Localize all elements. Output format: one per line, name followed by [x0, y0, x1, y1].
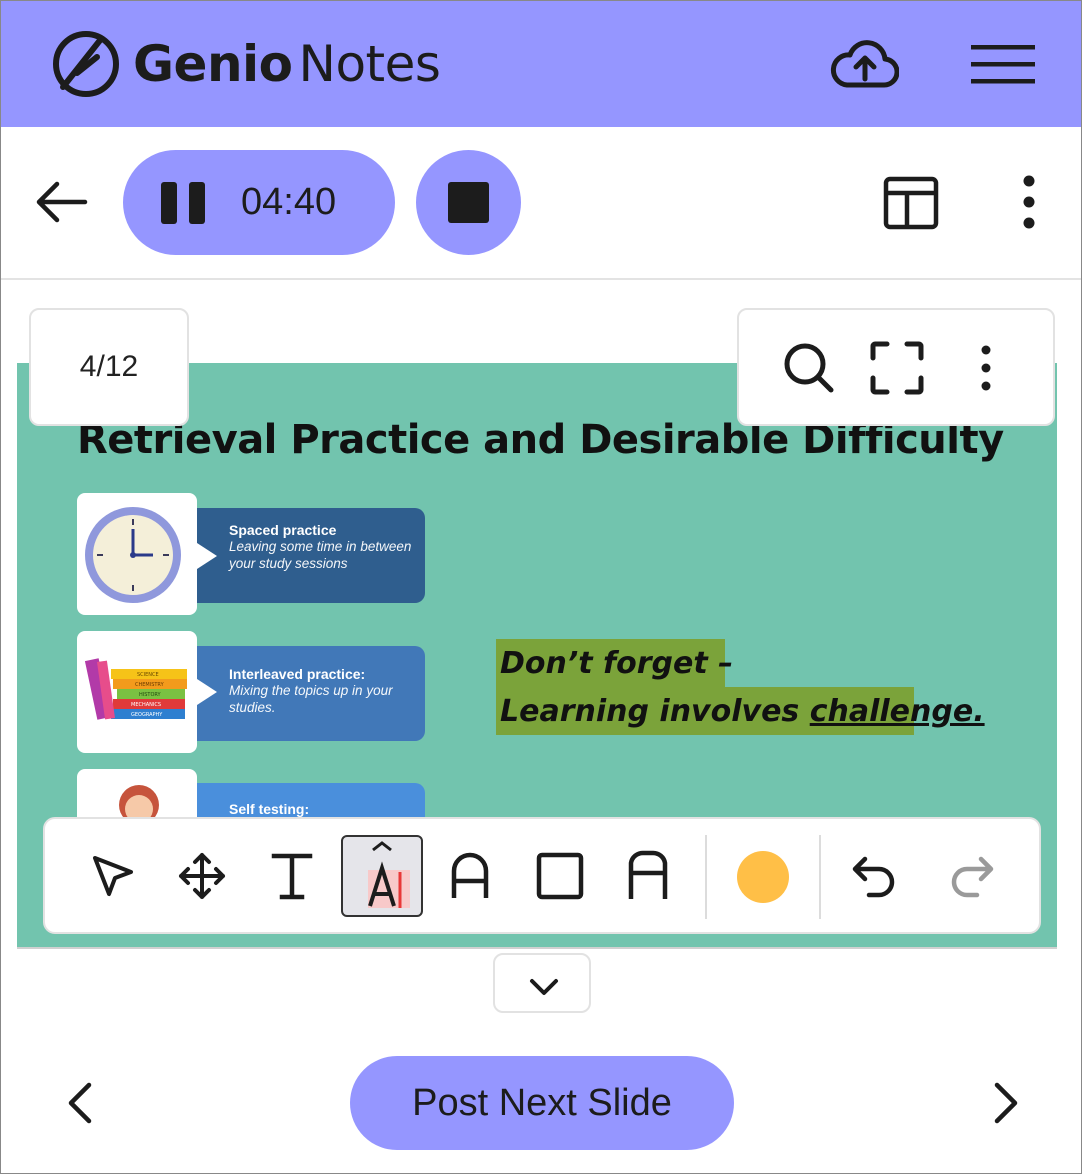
chevron-down-icon	[530, 979, 558, 995]
clock-image	[77, 493, 197, 615]
select-tool-button[interactable]	[72, 835, 154, 917]
select-pointer-icon	[93, 856, 133, 896]
back-arrow-icon[interactable]	[31, 177, 91, 227]
shape-text-icon	[628, 850, 668, 899]
move-tool-button[interactable]	[161, 835, 243, 917]
shape-text-tool-button[interactable]	[607, 835, 689, 917]
brand-name-bold: Genio	[133, 35, 293, 93]
callout-line-2-text: Learning involves	[500, 694, 810, 729]
toolbar-divider	[705, 835, 707, 919]
text-style-icon	[451, 852, 489, 898]
post-next-slide-button[interactable]: Post Next Slide	[350, 1056, 734, 1150]
text-highlight-tool-button[interactable]	[341, 835, 423, 917]
page-counter: 4/12	[29, 308, 189, 426]
undo-icon	[852, 856, 895, 898]
stop-recording-button[interactable]	[416, 150, 521, 255]
collapse-toolbar-button[interactable]	[493, 953, 591, 1013]
card-interleaved-practice: Interleaved practice: Mixing the topics …	[197, 646, 425, 741]
hamburger-menu-icon[interactable]	[969, 41, 1037, 89]
book-label: MECHANICS	[131, 702, 161, 708]
book-label: HISTORY	[139, 692, 162, 698]
book-label: CHEMISTRY	[135, 682, 165, 688]
move-icon	[179, 853, 225, 899]
rectangle-icon	[536, 852, 584, 900]
redo-icon	[951, 856, 994, 898]
pause-icon	[161, 182, 205, 224]
stop-icon	[448, 182, 489, 223]
brand-name-light: Notes	[298, 35, 441, 93]
app-header: Genio Notes	[1, 1, 1081, 127]
text-icon	[271, 853, 313, 900]
more-vertical-icon[interactable]	[1009, 173, 1049, 233]
chevron-left-icon[interactable]	[59, 1079, 103, 1127]
recording-timer: 04:40	[241, 181, 337, 223]
redo-button[interactable]	[931, 835, 1013, 917]
card-title: Interleaved practice:	[229, 666, 366, 682]
search-icon[interactable]	[781, 340, 837, 396]
more-vertical-icon[interactable]	[971, 344, 1001, 394]
genio-logo-icon	[53, 31, 119, 97]
callout-line-1: Don’t forget –	[500, 646, 734, 681]
page-counter-text: 4/12	[79, 350, 139, 383]
slide-tools	[737, 308, 1055, 426]
layout-icon[interactable]	[881, 175, 941, 231]
pause-recording-button[interactable]: 04:40	[123, 150, 395, 255]
annotation-toolbar	[43, 817, 1041, 934]
undo-button[interactable]	[833, 835, 915, 917]
chevron-right-icon[interactable]	[983, 1079, 1027, 1127]
text-highlight-icon	[368, 841, 410, 908]
pen-color-swatch[interactable]	[737, 851, 789, 903]
card-description: Mixing the topics up in your studies.	[229, 683, 393, 715]
card-description: Leaving some time in between your study …	[229, 539, 412, 571]
app-brand: Genio Notes	[133, 29, 441, 99]
books-image: SCIENCE CHEMISTRY HISTORY MECHANICS GEOG…	[77, 631, 197, 753]
book-label: SCIENCE	[137, 672, 159, 678]
rectangle-tool-button[interactable]	[519, 835, 601, 917]
book-label: GEOGRAPHY	[131, 712, 163, 718]
text-style-tool-button[interactable]	[429, 835, 511, 917]
card-title: Spaced practice	[229, 522, 337, 538]
callout-emphasis: challenge.	[809, 694, 985, 729]
callout-line-2: Learning involves challenge.	[500, 694, 985, 729]
toolbar-divider	[819, 835, 821, 919]
fullscreen-icon[interactable]	[869, 340, 925, 396]
card-spaced-practice: Spaced practice Leaving some time in bet…	[197, 508, 425, 603]
recording-toolbar: 04:40	[1, 127, 1081, 280]
text-tool-button[interactable]	[251, 835, 333, 917]
card-notch	[197, 679, 217, 705]
cloud-upload-icon[interactable]	[829, 35, 899, 95]
card-notch	[197, 543, 217, 569]
card-title: Self testing:	[229, 801, 310, 817]
